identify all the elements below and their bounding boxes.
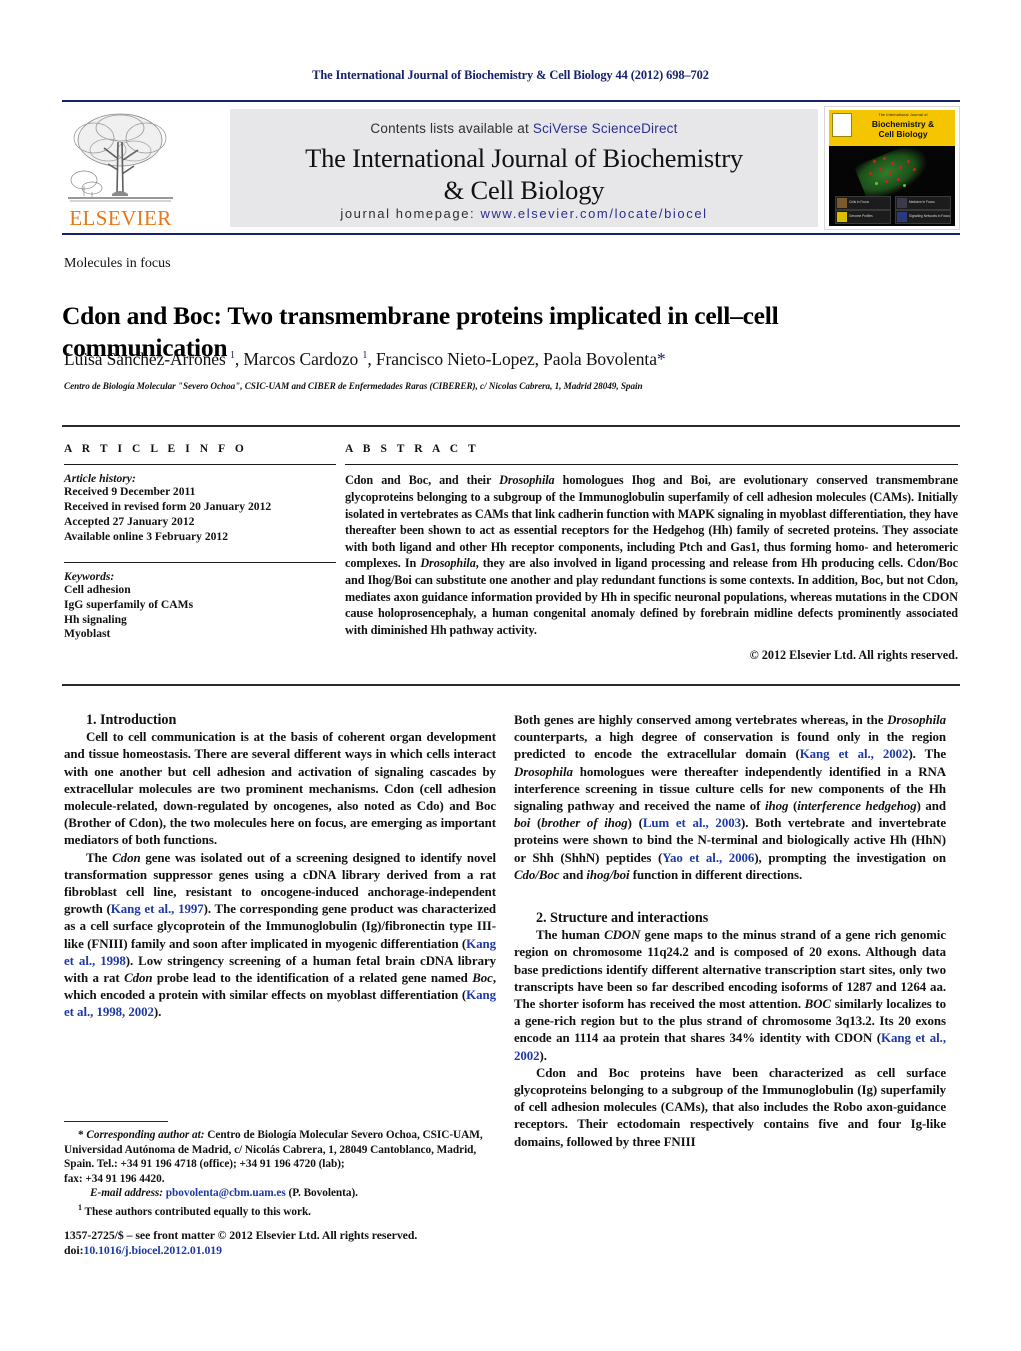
- cover-header-band: The International Journal of Biochemistr…: [829, 110, 955, 146]
- abstract-copyright: © 2012 Elsevier Ltd. All rights reserved…: [749, 648, 958, 663]
- homepage-prefix: journal homepage:: [340, 206, 481, 221]
- cover-mini-label: Cells in Focus: [849, 200, 870, 204]
- elsevier-wordmark: ELSEVIER: [69, 206, 172, 230]
- article-type-label: Molecules in focus: [64, 256, 171, 271]
- issn-line: 1357-2725/$ – see front matter © 2012 El…: [64, 1228, 418, 1242]
- article-info-column: A R T I C L E I N F O Article history: R…: [64, 443, 336, 642]
- elsevier-logo: ELSEVIER: [64, 108, 177, 230]
- masthead-bottom-rule: [62, 233, 960, 236]
- body-paragraph: The Cdon gene was isolated out of a scre…: [64, 850, 497, 1020]
- masthead-top-rule: [62, 100, 960, 103]
- keyword-item: IgG superfamily of CAMs: [64, 597, 194, 611]
- abstract-band-bottom-rule: [62, 684, 960, 686]
- cover-image-area: Cells in Focus Medicine in Focus Genome …: [829, 140, 955, 226]
- footnote-separator-rule: [64, 1121, 168, 1123]
- masthead-center-band: Contents lists available at SciVerse Sci…: [230, 109, 818, 227]
- author-list: Luisa Sanchez-Arrones 1, Marcos Cardozo …: [64, 349, 666, 369]
- sciencedirect-link[interactable]: SciVerse ScienceDirect: [533, 121, 678, 136]
- doi-line: doi:10.1016/j.biocel.2012.01.019: [64, 1243, 496, 1258]
- body-paragraph: Both genes are highly conserved among ve…: [514, 713, 947, 882]
- keyword-item: Hh signaling: [64, 612, 127, 626]
- email-address-link[interactable]: pbovolenta@cbm.uam.es: [166, 1187, 286, 1199]
- article-info-rule: [64, 464, 336, 466]
- equal-contribution-note: 1 These authors contributed equally to t…: [64, 1201, 496, 1219]
- contents-list-line: Contents lists available at SciVerse Sci…: [230, 121, 818, 136]
- contents-prefix: Contents lists available at: [370, 121, 533, 136]
- article-history-received: Received 9 December 2011: [64, 485, 196, 499]
- abstract-column: A B S T R A C T Cdon and Boc, and their …: [345, 443, 958, 663]
- body-paragraph: The human CDON gene maps to the minus st…: [514, 928, 946, 1063]
- issn-doi-block: 1357-2725/$ – see front matter © 2012 El…: [64, 1228, 496, 1258]
- email-label: E-mail address:: [90, 1187, 163, 1200]
- journal-title-line-2: & Cell Biology: [443, 175, 605, 205]
- article-info-heading: A R T I C L E I N F O: [64, 443, 248, 455]
- body-paragraph: Cdon and Boc proteins have been characte…: [514, 1065, 946, 1149]
- author-affiliation: Centro de Biología Molecular "Severo Och…: [64, 381, 643, 391]
- keyword-item: Myoblast: [64, 627, 111, 641]
- article-history-revised: Received in revised form 20 January 2012: [64, 500, 272, 514]
- body-right-column: Both genes are highly conserved among ve…: [514, 712, 946, 1151]
- cover-name-line-1: Biochemistry &: [871, 119, 935, 129]
- cover-elsevier-mark: [832, 113, 852, 137]
- keywords-rule: [64, 561, 336, 563]
- fax-line: fax: +34 91 196 4420.: [64, 1172, 165, 1185]
- equal-contribution-text: These authors contributed equally to thi…: [84, 1205, 311, 1218]
- keyword-item: Cell adhesion: [64, 582, 131, 596]
- running-head: The International Journal of Biochemistr…: [312, 68, 709, 82]
- article-history-online: Available online 3 February 2012: [64, 529, 229, 543]
- cover-mini-label: Signalling Networks in Focus: [909, 214, 950, 218]
- abstract-heading: A B S T R A C T: [345, 443, 480, 455]
- body-left-column: 1. Introduction Cell to cell communicati…: [64, 712, 496, 1022]
- abstract-band-top-rule: [62, 425, 960, 427]
- doi-link[interactable]: 10.1016/j.biocel.2012.01.019: [83, 1243, 222, 1257]
- section-heading-structure: 2. Structure and interactions: [536, 910, 709, 927]
- cover-mini-label: Medicine in Focus: [909, 200, 935, 204]
- footnote-block: * Corresponding author at: Centro de Bio…: [64, 1128, 496, 1219]
- cover-mini-label: Genome Profiles: [849, 214, 873, 218]
- journal-cover-thumbnail: The International Journal of Biochemistr…: [824, 106, 960, 230]
- cover-mini-panel: Medicine in Focus: [895, 196, 951, 210]
- cover-journal-name: Biochemistry & Cell Biology: [853, 119, 953, 139]
- footnote-marker: 1: [78, 1202, 82, 1212]
- journal-title: The International Journal of Biochemistr…: [230, 142, 818, 206]
- journal-homepage-line: journal homepage: www.elsevier.com/locat…: [230, 206, 818, 221]
- corresponding-author-note: * Corresponding author at: Centro de Bio…: [64, 1129, 483, 1171]
- email-owner: (P. Bovolenta).: [288, 1187, 358, 1200]
- journal-homepage-link[interactable]: www.elsevier.com/locate/biocel: [480, 206, 707, 221]
- cover-mini-panel: Signalling Networks in Focus: [895, 210, 951, 224]
- doi-label: doi:: [64, 1243, 84, 1257]
- cover-name-line-2: Cell Biology: [878, 129, 928, 139]
- cover-small-line: The International Journal of: [878, 113, 928, 117]
- section-heading-introduction: 1. Introduction: [86, 712, 177, 728]
- journal-masthead: ELSEVIER Contents lists available at Sci…: [62, 100, 960, 236]
- abstract-rule: [345, 464, 958, 466]
- keywords-label: Keywords:: [64, 569, 115, 583]
- elsevier-tree-icon: [68, 113, 173, 202]
- abstract-text: Cdon and Boc, and their Drosophila homol…: [345, 473, 958, 637]
- cover-mini-panel: Genome Profiles: [835, 210, 891, 224]
- email-note: E-mail address: pbovolenta@cbm.uam.es (P…: [64, 1186, 496, 1201]
- body-paragraph: Cell to cell communication is at the bas…: [64, 730, 496, 848]
- cover-mini-panel: Cells in Focus: [835, 196, 891, 210]
- article-history-accepted: Accepted 27 January 2012: [64, 514, 195, 528]
- article-history-label: Article history:: [64, 472, 136, 486]
- journal-title-line-1: The International Journal of Biochemistr…: [305, 143, 743, 173]
- journal-article-page: The International Journal of Biochemistr…: [0, 0, 1021, 1351]
- cover-micrograph: [854, 140, 934, 204]
